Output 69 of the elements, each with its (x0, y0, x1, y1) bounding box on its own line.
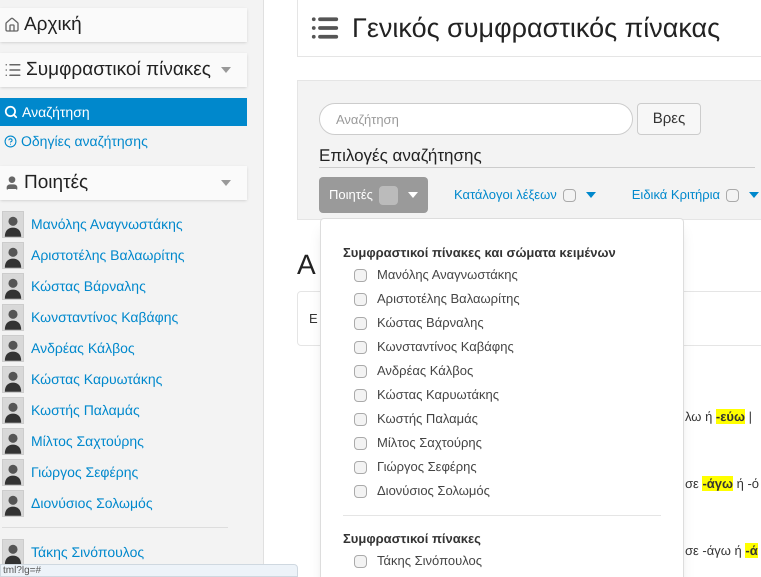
checkbox[interactable] (354, 460, 367, 474)
caret-icon (749, 192, 760, 198)
section-title: Ποιητές (24, 170, 88, 195)
options-title: Επιλογές αναζήτησης (319, 145, 755, 168)
checkbox[interactable] (726, 188, 740, 202)
checkbox[interactable] (354, 292, 367, 306)
home-panel[interactable]: Αρχική (0, 8, 247, 42)
caret-icon (221, 67, 231, 73)
caret-icon (586, 192, 596, 198)
checkbox[interactable] (562, 188, 576, 202)
filter-button[interactable]: Ειδικά Κριτήρια (622, 177, 761, 213)
checkbox[interactable] (354, 554, 367, 568)
caret-icon (408, 192, 418, 198)
poet-link[interactable]: Τάκης Σινόπουλος (31, 542, 144, 562)
person-icon (4, 175, 20, 191)
caret-icon (221, 180, 231, 186)
poet-link[interactable]: Μίλτος Σαχτούρης (31, 430, 144, 452)
status-bar: tml?lg=# (0, 564, 298, 577)
option-label[interactable]: Κώστας Βάρναλης (377, 313, 484, 333)
filter-button[interactable]: Ποιητές (319, 177, 428, 213)
group-title: Συμφραστικοί πίνακες (343, 530, 482, 547)
checkbox[interactable] (354, 316, 367, 330)
page-title: Γενικός συμφραστικός πίνακας (352, 12, 720, 45)
poet-link[interactable]: Κωνσταντίνος Καβάφης (31, 306, 178, 328)
checkbox[interactable] (354, 388, 367, 402)
option-label[interactable]: Κωστής Παλαμάς (377, 409, 478, 429)
info-text: Ε (309, 310, 318, 328)
option-label[interactable]: Ανδρέας Κάλβος (377, 361, 474, 381)
help-icon (4, 134, 17, 148)
option-label[interactable]: Κώστας Καρυωτάκης (377, 385, 499, 405)
poet-link[interactable]: Διονύσιος Σολωμός (31, 492, 153, 514)
sidebar-item[interactable]: Οδηγίες αναζήτησης (0, 127, 247, 155)
home-label: Αρχική (24, 12, 82, 37)
checkbox[interactable] (354, 484, 367, 498)
section-heading: Α (297, 248, 316, 282)
option-label[interactable]: Γιώργος Σεφέρης (377, 457, 477, 477)
poet-link[interactable]: Κωστής Παλαμάς (31, 400, 140, 420)
filter-button[interactable]: Κατάλογοι λέξεων (444, 177, 606, 213)
section-title: Συμφραστικοί πίνακες (26, 58, 211, 82)
checkbox[interactable] (354, 268, 367, 282)
find-button[interactable]: Βρες (637, 103, 701, 135)
result-text: λω ή -εύω | (685, 408, 753, 426)
poet-link[interactable]: Μανόλης Αναγνωστάκης (31, 214, 183, 234)
option-label[interactable]: Κωνσταντίνος Καβάφης (377, 337, 514, 357)
poet-link[interactable]: Κώστας Καρυωτάκης (31, 368, 162, 390)
poet-link[interactable]: Ανδρέας Κάλβος (31, 338, 135, 358)
poet-link[interactable]: Γιώργος Σεφέρης (31, 462, 138, 482)
checkbox[interactable] (354, 436, 367, 450)
option-label[interactable]: Διονύσιος Σολωμός (377, 481, 490, 501)
result-text: σε -άγω ή -ό (685, 475, 759, 493)
checkbox[interactable] (354, 340, 367, 354)
checkbox[interactable] (354, 412, 367, 426)
search-field[interactable]: Αναζήτηση (319, 103, 633, 135)
option-label[interactable]: Μανόλης Αναγνωστάκης (377, 265, 518, 285)
sidebar-item[interactable]: Αναζήτηση (0, 98, 247, 126)
list-icon (4, 61, 22, 79)
option-label[interactable]: Τάκης Σινόπουλος (377, 551, 482, 571)
checkbox[interactable] (354, 364, 367, 378)
home-icon (4, 17, 20, 33)
group-title: Συμφραστικοί πίνακες και σώματα κειμένων (343, 244, 617, 261)
checkbox[interactable] (378, 186, 398, 204)
poet-link[interactable]: Αριστοτέλης Βαλαωρίτης (31, 244, 185, 266)
poets-panel[interactable]: Ποιητές (0, 166, 247, 200)
search-icon (4, 105, 18, 119)
result-text: σε -άγω ή -ά (685, 542, 759, 560)
option-label[interactable]: Μίλτος Σαχτούρης (377, 433, 482, 453)
concordances-panel[interactable]: Συμφραστικοί πίνακες (0, 53, 247, 87)
option-label[interactable]: Αριστοτέλης Βαλαωρίτης (377, 289, 520, 309)
poet-link[interactable]: Κώστας Βάρναλης (31, 276, 146, 296)
